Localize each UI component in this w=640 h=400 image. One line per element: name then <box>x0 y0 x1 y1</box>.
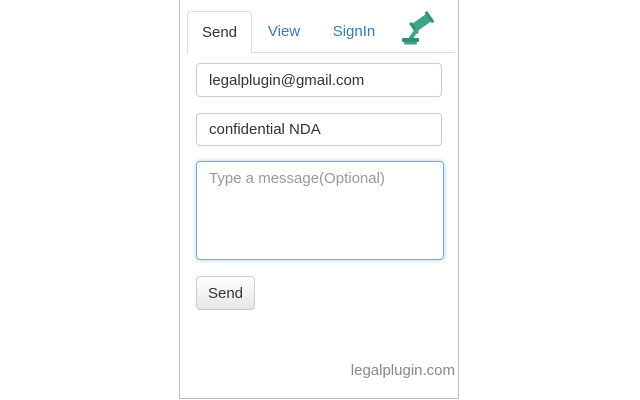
gavel-icon <box>400 11 436 45</box>
message-textarea[interactable] <box>196 161 444 260</box>
send-button[interactable]: Send <box>196 276 255 310</box>
footer-link: legalplugin.com <box>350 362 455 379</box>
tab-view[interactable]: View <box>261 11 307 52</box>
plugin-panel: Send View SignIn Send legalplugin.com <box>179 0 459 399</box>
tab-bar: Send View SignIn <box>187 11 455 54</box>
tab-send[interactable]: Send <box>187 11 252 54</box>
tab-signin[interactable]: SignIn <box>326 11 382 52</box>
email-field[interactable] <box>196 63 442 97</box>
subject-field[interactable] <box>196 113 442 146</box>
